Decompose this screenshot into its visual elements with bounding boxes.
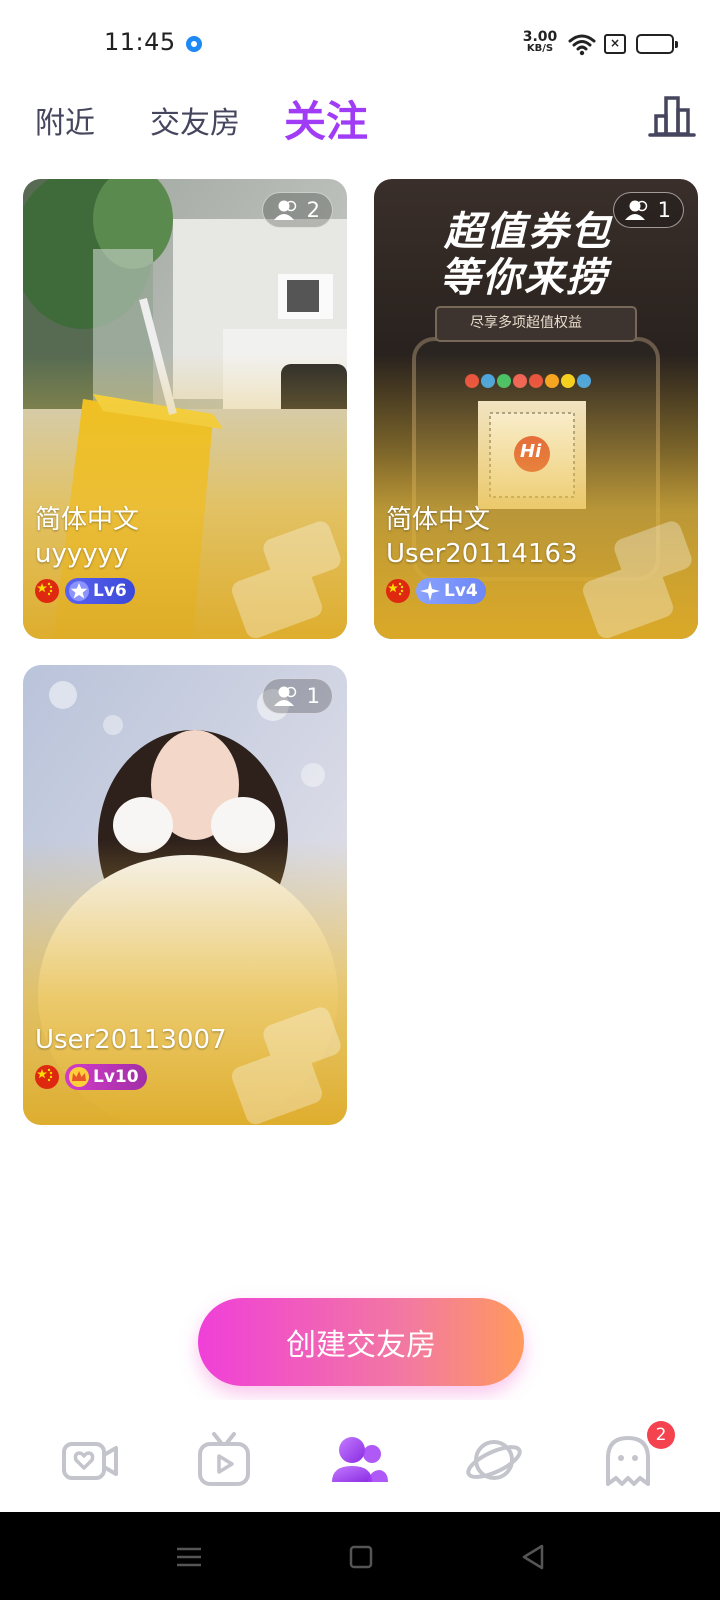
- host-badges: Lv10: [35, 1064, 147, 1090]
- top-tabs: 附近 交友房 关注: [0, 80, 720, 160]
- people-icon: [273, 686, 296, 706]
- nav-discover[interactable]: [462, 1428, 526, 1492]
- tab-party-room[interactable]: 交友房: [150, 98, 240, 142]
- chat-watermark-icon: [231, 1007, 341, 1125]
- crown-icon: [69, 1067, 89, 1087]
- poster-headline-2: 等你来捞: [440, 255, 608, 301]
- network-speed: 3.00 KB/S: [520, 30, 560, 54]
- room-title: 简体中文: [386, 505, 491, 535]
- people-icon: [624, 200, 647, 220]
- chat-watermark-icon: [582, 521, 692, 639]
- china-flag-icon: [35, 579, 59, 603]
- video-heart-icon: [62, 1442, 118, 1480]
- sim-off-icon: ×: [604, 34, 626, 54]
- star-icon: [69, 581, 89, 601]
- nav-friends[interactable]: [328, 1428, 392, 1492]
- chat-watermark-icon: [231, 521, 341, 639]
- wifi-icon: [568, 34, 596, 56]
- level-badge: Lv10: [65, 1064, 147, 1090]
- host-name: User20113007: [35, 1025, 227, 1055]
- room-card[interactable]: 1 User20113007 Lv10: [23, 665, 347, 1125]
- host-badges: Lv6: [35, 578, 135, 604]
- viewer-count: 2: [261, 192, 333, 228]
- level-badge: Lv4: [416, 578, 486, 604]
- status-bar: 11:45 3.00 KB/S ×: [0, 0, 720, 80]
- tab-following[interactable]: 关注: [284, 88, 368, 149]
- viewer-count-value: 2: [306, 198, 320, 222]
- china-flag-icon: [35, 1065, 59, 1089]
- bottom-navigation: [0, 1400, 720, 1512]
- friends-icon: [332, 1437, 388, 1482]
- bar-chart-icon[interactable]: [648, 92, 696, 140]
- viewer-count-value: 1: [306, 684, 320, 708]
- sparkle-icon: [420, 581, 440, 601]
- host-name: User20114163: [386, 539, 578, 569]
- tv-play-icon: [198, 1432, 250, 1486]
- host-badges: Lv4: [386, 578, 486, 604]
- clock: 11:45: [104, 28, 176, 56]
- host-name: uyyyyy: [35, 539, 129, 569]
- china-flag-icon: [386, 579, 410, 603]
- poster-qr-label: Hi: [520, 441, 542, 462]
- system-navigation-bar: [0, 1512, 720, 1600]
- room-card[interactable]: 超值券包 等你来捞 尽享多项超值权益 Hi 1 简体中文 User2011416…: [374, 179, 698, 639]
- level-badge: Lv6: [65, 578, 135, 604]
- viewer-count-value: 1: [657, 198, 671, 222]
- people-icon: [273, 200, 296, 220]
- nav-video[interactable]: [58, 1428, 122, 1492]
- viewer-count: 1: [612, 192, 684, 228]
- app-notification-icon: [186, 36, 202, 52]
- network-speed-value: 3.00: [522, 29, 558, 45]
- menu-icon[interactable]: [174, 1542, 204, 1572]
- tab-nearby[interactable]: 附近: [35, 98, 95, 142]
- room-title: 简体中文: [35, 505, 140, 535]
- unread-badge: 2: [647, 1421, 675, 1449]
- viewer-count: 1: [261, 678, 333, 714]
- create-party-room-button[interactable]: 创建交友房: [198, 1298, 524, 1386]
- poster-subline: 尽享多项超值权益: [470, 315, 582, 331]
- home-icon[interactable]: [346, 1542, 376, 1572]
- battery-icon: [636, 34, 678, 54]
- planet-icon: [466, 1440, 522, 1480]
- network-speed-unit: KB/S: [526, 43, 554, 54]
- nav-live[interactable]: [192, 1428, 256, 1492]
- back-icon[interactable]: [518, 1542, 548, 1572]
- room-card[interactable]: 2 简体中文 uyyyyy Lv6: [23, 179, 347, 639]
